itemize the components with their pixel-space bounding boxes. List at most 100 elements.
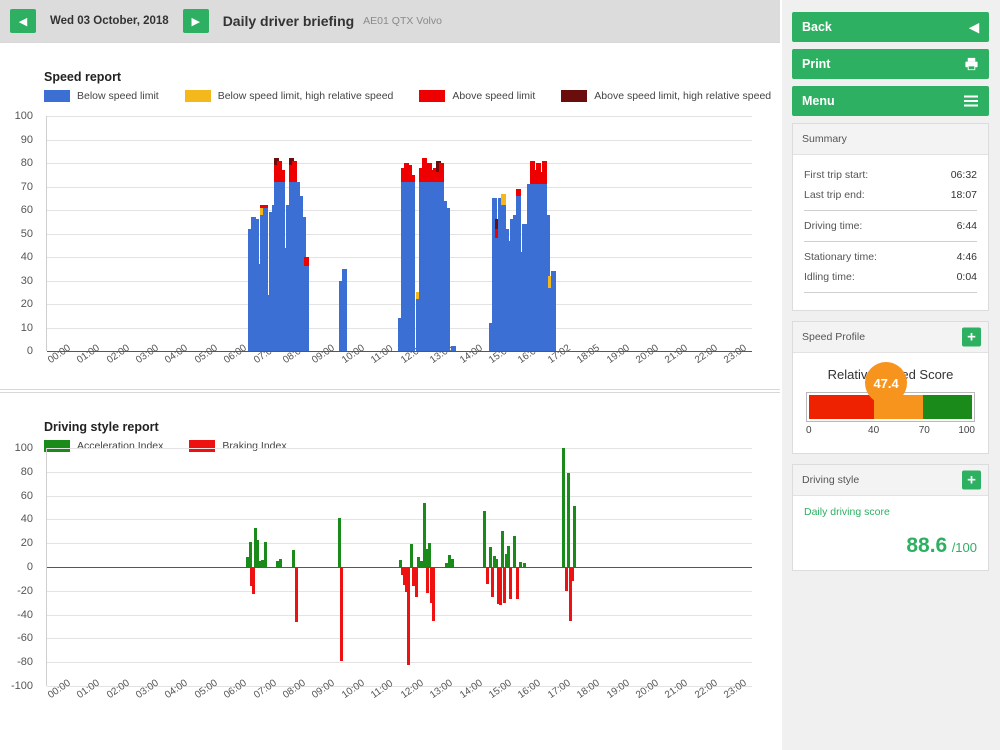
x-axis-tick-label: 07:00 <box>252 678 279 701</box>
speed-bar-segment <box>445 208 450 351</box>
driving-style-report-panel: Driving style report Acceleration IndexB… <box>0 392 780 750</box>
speed-bar-segment <box>516 189 521 196</box>
speed-bar[interactable] <box>551 271 556 351</box>
printer-icon <box>964 57 979 72</box>
x-axis-tick-label: 21:00 <box>663 343 690 366</box>
acceleration-bar[interactable] <box>451 559 454 567</box>
x-axis-tick-label: 11:00 <box>369 343 395 366</box>
next-day-button[interactable]: ▶ <box>183 9 209 33</box>
y-axis-tick-label: 20 <box>5 298 39 310</box>
braking-bar[interactable] <box>516 567 519 599</box>
summary-card-body: First trip start: 06:32 Last trip end: 1… <box>793 155 988 310</box>
page-title: Daily driver briefing <box>209 13 354 29</box>
chevron-left-icon: ◀ <box>19 15 27 28</box>
plus-icon[interactable]: + <box>962 471 981 490</box>
legend-item[interactable]: Above speed limit <box>419 90 535 102</box>
gauge-segment <box>923 395 972 419</box>
acceleration-bar[interactable] <box>249 542 252 567</box>
acceleration-bar[interactable] <box>523 563 526 567</box>
acceleration-bar[interactable] <box>519 562 522 567</box>
braking-bar[interactable] <box>491 567 494 597</box>
braking-bar[interactable] <box>432 567 435 621</box>
speed-bar[interactable] <box>451 346 456 351</box>
acceleration-bar[interactable] <box>495 559 498 567</box>
summary-row-driving-time: Driving time: 6:44 <box>804 216 977 236</box>
print-button[interactable]: Print <box>792 49 989 79</box>
row-label: Idling time: <box>804 271 855 283</box>
acceleration-bar[interactable] <box>501 531 504 567</box>
acceleration-bar[interactable] <box>264 542 267 567</box>
legend-item[interactable]: Above speed limit, high relative speed <box>561 90 771 102</box>
acceleration-bar[interactable] <box>410 544 413 567</box>
gridline <box>47 257 752 258</box>
gridline <box>47 234 752 235</box>
acceleration-bar[interactable] <box>513 536 516 567</box>
back-button[interactable]: Back ◀ <box>792 12 989 42</box>
driving-style-card-title: Driving style <box>802 474 859 486</box>
speed-bar[interactable] <box>445 208 450 351</box>
x-axis-tick-label: 19:00 <box>605 343 632 366</box>
speed-bar-segment <box>410 182 415 351</box>
y-axis-tick-label: 10 <box>5 322 39 334</box>
y-axis-tick-label: -60 <box>5 632 39 644</box>
row-value: 0:04 <box>957 271 977 283</box>
braking-bar[interactable] <box>340 567 343 661</box>
speed-bar-segment <box>422 158 427 181</box>
gridline <box>47 638 752 639</box>
speed-bar-segment <box>292 161 297 182</box>
summary-card-title: Summary <box>802 133 847 145</box>
x-axis-tick-label: 17:00 <box>546 678 573 701</box>
previous-day-button[interactable]: ◀ <box>10 9 36 33</box>
braking-bar[interactable] <box>486 567 489 584</box>
gauge-score-value: 47.4 <box>873 376 898 391</box>
row-label: Last trip end: <box>804 189 865 201</box>
y-axis-tick-label: -40 <box>5 609 39 621</box>
braking-bar[interactable] <box>415 567 418 597</box>
braking-bar[interactable] <box>295 567 298 622</box>
gridline <box>47 543 752 544</box>
speed-bar[interactable] <box>410 175 415 351</box>
divider <box>804 241 977 242</box>
acceleration-bar[interactable] <box>292 550 295 567</box>
x-axis-tick-label: 21:00 <box>663 678 690 701</box>
speed-bar-segment <box>451 346 456 351</box>
menu-button[interactable]: Menu <box>792 86 989 116</box>
x-axis-tick-label: 16:00 <box>516 678 543 701</box>
braking-bar[interactable] <box>503 567 506 603</box>
y-axis-tick-label: 0 <box>5 561 39 573</box>
acceleration-bar[interactable] <box>399 560 402 567</box>
right-sidebar: Back ◀ Print Menu <box>782 0 1000 750</box>
braking-bar[interactable] <box>509 567 512 599</box>
braking-bar[interactable] <box>426 567 429 593</box>
acceleration-bar[interactable] <box>338 518 341 567</box>
speed-bar[interactable] <box>304 257 309 351</box>
acceleration-bar[interactable] <box>425 549 428 567</box>
y-axis-tick-label: 60 <box>5 204 39 216</box>
back-button-label: Back <box>802 20 832 34</box>
braking-bar[interactable] <box>407 567 410 665</box>
x-axis-tick-label: 20:00 <box>634 343 661 366</box>
acceleration-bar[interactable] <box>483 511 486 567</box>
legend-item[interactable]: Below speed limit <box>44 90 159 102</box>
acceleration-bar[interactable] <box>489 547 492 567</box>
braking-bar[interactable] <box>252 567 255 594</box>
speed-bar[interactable] <box>342 269 347 351</box>
speed-bar-segment <box>263 205 268 207</box>
acceleration-bar[interactable] <box>279 559 282 567</box>
speed-profile-card-header: Speed Profile + <box>793 322 988 353</box>
braking-bar[interactable] <box>565 567 568 591</box>
row-label: First trip start: <box>804 169 868 181</box>
acceleration-bar[interactable] <box>428 543 431 567</box>
braking-bar[interactable] <box>499 567 502 605</box>
driving-style-report-title: Driving style report <box>44 420 159 434</box>
legend-item[interactable]: Below speed limit, high relative speed <box>185 90 394 102</box>
acceleration-bar[interactable] <box>562 448 565 567</box>
summary-row-stationary-time: Stationary time: 4:46 <box>804 247 977 267</box>
braking-bar[interactable] <box>571 567 574 581</box>
vehicle-label: AE01 QTX Volvo <box>354 15 442 27</box>
acceleration-bar[interactable] <box>507 546 510 567</box>
acceleration-bar[interactable] <box>573 506 576 567</box>
legend-color-swatch <box>561 90 587 102</box>
acceleration-bar[interactable] <box>567 473 570 567</box>
plus-icon[interactable]: + <box>962 328 981 347</box>
